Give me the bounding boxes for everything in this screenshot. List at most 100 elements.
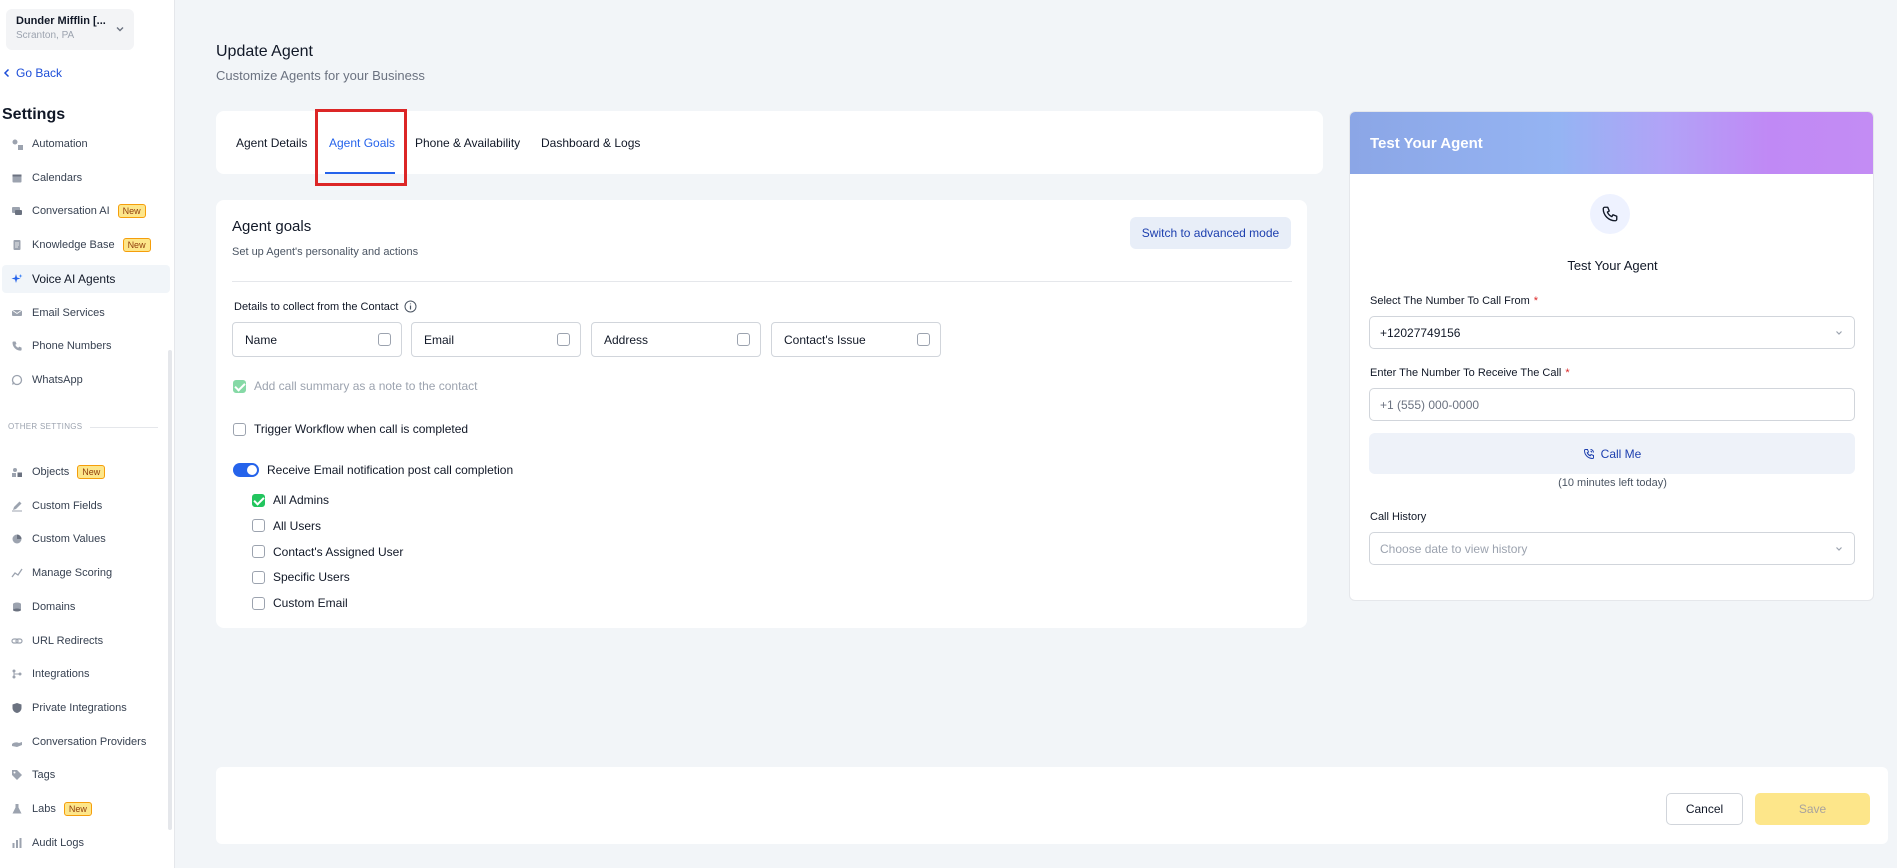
- calendar-icon: [10, 171, 24, 185]
- to-number-label-text: Enter The Number To Receive The Call: [1370, 367, 1562, 379]
- tab-bar: Agent Details Agent Goals Phone & Availa…: [216, 111, 1323, 174]
- call-summary-checkbox[interactable]: [233, 379, 246, 393]
- to-number-placeholder: +1 (555) 000-0000: [1380, 397, 1480, 412]
- other-settings-label: OTHER SETTINGS: [8, 422, 83, 431]
- from-number-label-text: Select The Number To Call From: [1370, 295, 1530, 307]
- field-address[interactable]: Address: [591, 322, 761, 357]
- sidebar-item-labs[interactable]: Labs New: [2, 795, 170, 823]
- sidebar-item-label: Voice AI Agents: [32, 271, 116, 286]
- sidebar-item-audit-logs[interactable]: Audit Logs: [2, 829, 170, 857]
- tab-agent-goals[interactable]: Agent Goals: [329, 111, 395, 174]
- sidebar-item-custom-values[interactable]: Custom Values: [2, 525, 170, 553]
- recipient-specific-users[interactable]: Specific Users: [252, 570, 350, 584]
- sidebar-item-label: Email Services: [32, 306, 105, 319]
- sidebar-item-manage-scoring[interactable]: Manage Scoring: [2, 559, 170, 587]
- field-contact-issue[interactable]: Contact's Issue: [771, 322, 941, 357]
- tab-phone-availability[interactable]: Phone & Availability: [415, 111, 520, 174]
- cancel-button[interactable]: Cancel: [1666, 793, 1743, 825]
- phone-icon: [10, 339, 24, 353]
- call-history-label: Call History: [1370, 511, 1427, 523]
- chevron-down-icon: [1836, 547, 1842, 551]
- location-switcher[interactable]: Dunder Mifflin [... Scranton, PA: [6, 9, 134, 50]
- document-icon: [10, 238, 24, 252]
- go-back-link[interactable]: Go Back: [2, 66, 62, 80]
- link-icon: [10, 634, 24, 648]
- required-marker: *: [1533, 295, 1539, 307]
- sidebar-item-domains[interactable]: Domains: [2, 593, 170, 621]
- field-contact-issue-checkbox[interactable]: [917, 333, 930, 346]
- sidebar-item-label: Labs: [32, 803, 56, 815]
- recipient-checkbox[interactable]: [252, 545, 265, 559]
- sidebar-item-tags[interactable]: Tags: [2, 761, 170, 789]
- field-name-checkbox[interactable]: [378, 333, 391, 346]
- field-email-checkbox[interactable]: [557, 333, 570, 346]
- required-marker: *: [1565, 367, 1570, 379]
- sidebar-item-label: URL Redirects: [32, 634, 104, 647]
- recipient-all-users[interactable]: All Users: [252, 519, 321, 533]
- sidebar-item-calendars[interactable]: Calendars: [2, 164, 170, 192]
- recipient-custom-email[interactable]: Custom Email: [252, 596, 348, 610]
- call-summary-option[interactable]: Add call summary as a note to the contac…: [233, 379, 477, 393]
- call-history-select[interactable]: Choose date to view history: [1369, 532, 1855, 565]
- email-notification-label: Receive Email notification post call com…: [267, 463, 514, 477]
- save-button[interactable]: Save: [1755, 793, 1870, 825]
- footer-bar: Cancel Save: [216, 767, 1888, 844]
- sidebar-scrollbar[interactable]: [168, 350, 172, 830]
- from-number-select[interactable]: +12027749156: [1369, 316, 1855, 349]
- recipient-checkbox[interactable]: [252, 519, 265, 533]
- sidebar-item-phone-numbers[interactable]: Phone Numbers: [2, 332, 170, 360]
- sidebar-item-custom-fields[interactable]: Custom Fields: [2, 492, 170, 520]
- info-icon[interactable]: [404, 300, 417, 313]
- sidebar-item-label: Custom Values: [32, 533, 106, 546]
- trigger-workflow-option[interactable]: Trigger Workflow when call is completed: [233, 422, 468, 436]
- recipient-all-admins[interactable]: All Admins: [252, 493, 329, 507]
- sidebar-item-whatsapp[interactable]: WhatsApp: [2, 366, 170, 394]
- test-agent-subtitle: Test Your Agent: [1567, 258, 1658, 273]
- tab-dashboard-logs[interactable]: Dashboard & Logs: [541, 111, 640, 174]
- sidebar-item-automation[interactable]: Automation: [2, 130, 170, 158]
- sidebar-item-label: Custom Fields: [32, 499, 103, 512]
- field-email[interactable]: Email: [411, 322, 581, 357]
- sidebar: Dunder Mifflin [... Scranton, PA Go Back…: [0, 0, 175, 868]
- sidebar-item-conversation-ai[interactable]: Conversation AI New: [2, 197, 170, 225]
- minutes-left: (10 minutes left today): [1558, 477, 1667, 489]
- recipient-label: Custom Email: [273, 596, 348, 611]
- recipient-checkbox[interactable]: [252, 493, 265, 507]
- sidebar-item-email-services[interactable]: Email Services: [2, 299, 170, 327]
- sidebar-item-objects[interactable]: Objects New: [2, 458, 170, 486]
- field-name[interactable]: Name: [232, 322, 402, 357]
- sidebar-item-label: Conversation Providers: [32, 735, 147, 748]
- recipient-contact-s-assigned-user[interactable]: Contact's Assigned User: [252, 545, 403, 559]
- go-back-label: Go Back: [16, 66, 63, 80]
- call-me-button[interactable]: Call Me: [1369, 433, 1855, 474]
- recipient-checkbox[interactable]: [252, 570, 265, 584]
- sidebar-item-voice-ai-agents[interactable]: Voice AI Agents: [2, 264, 170, 293]
- from-number-label: Select The Number To Call From *: [1370, 295, 1538, 307]
- recipient-checkbox[interactable]: [252, 596, 265, 610]
- field-email-label: Email: [424, 332, 455, 347]
- sidebar-item-url-redirects[interactable]: URL Redirects: [2, 627, 170, 655]
- trigger-workflow-checkbox[interactable]: [233, 422, 246, 436]
- test-agent-header: Test Your Agent: [1350, 112, 1873, 174]
- sidebar-item-label: Tags: [32, 769, 56, 782]
- advanced-mode-button[interactable]: Switch to advanced mode: [1130, 217, 1291, 249]
- to-number-input[interactable]: +1 (555) 000-0000: [1369, 388, 1855, 421]
- call-history-placeholder: Choose date to view history: [1380, 541, 1528, 556]
- to-number-label: Enter The Number To Receive The Call *: [1370, 367, 1570, 379]
- sidebar-item-label: Conversation AI: [32, 205, 110, 218]
- sidebar-item-label: WhatsApp: [32, 373, 83, 386]
- email-notification-option[interactable]: Receive Email notification post call com…: [233, 463, 513, 477]
- divider: [232, 281, 1292, 282]
- flask-icon: [10, 802, 24, 816]
- sidebar-item-knowledge-base[interactable]: Knowledge Base New: [2, 231, 170, 259]
- details-label: Details to collect from the Contact: [234, 300, 417, 313]
- field-address-checkbox[interactable]: [737, 333, 750, 346]
- sidebar-item-private-integrations[interactable]: Private Integrations: [2, 694, 170, 722]
- chart-icon: [10, 566, 24, 580]
- field-name-label: Name: [245, 332, 278, 347]
- email-notification-toggle[interactable]: [233, 463, 259, 477]
- tab-agent-details[interactable]: Agent Details: [236, 111, 307, 174]
- pie-icon: [10, 532, 24, 546]
- sidebar-item-conversation-providers[interactable]: Conversation Providers: [2, 728, 170, 756]
- sidebar-item-integrations[interactable]: Integrations: [2, 660, 170, 688]
